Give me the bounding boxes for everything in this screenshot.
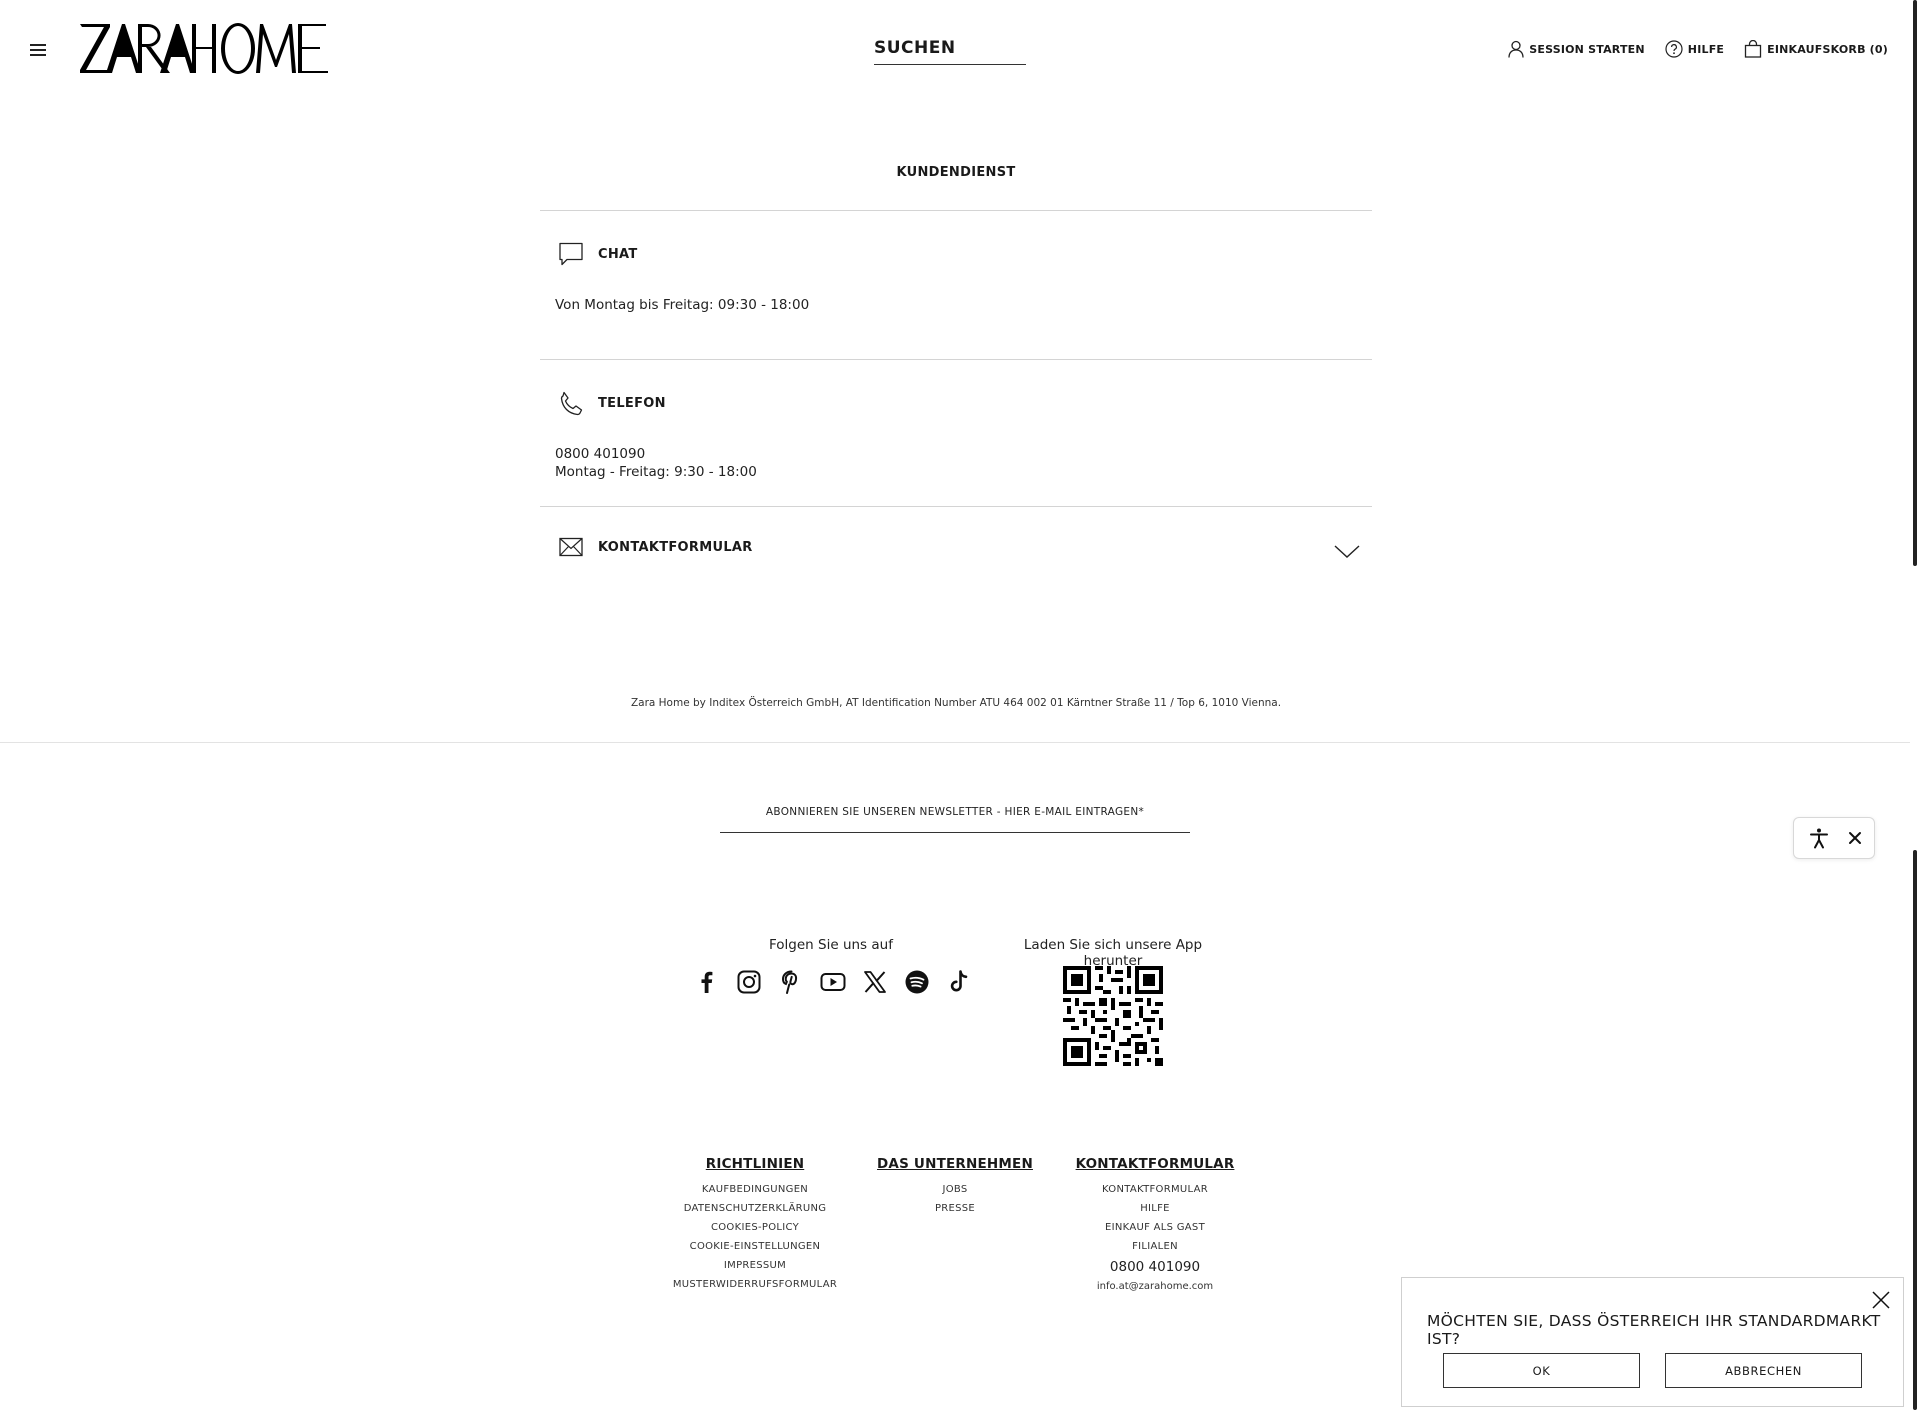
header-nav: SESSION STARTEN HILFE EINKAUFSKORB (0) bbox=[1508, 40, 1888, 58]
scrollbar-thumb[interactable] bbox=[1913, 850, 1917, 1410]
divider bbox=[540, 359, 1372, 360]
accessibility-widget bbox=[1793, 817, 1875, 859]
footer-link[interactable]: DATENSCHUTZERKLÄRUNG bbox=[660, 1199, 850, 1218]
spotify-icon[interactable] bbox=[904, 969, 930, 995]
cart-label: EINKAUFSKORB (0) bbox=[1767, 42, 1888, 56]
app-download-title: Laden Sie sich unsere App herunter bbox=[1023, 937, 1203, 969]
footer-link[interactable]: FILIALEN bbox=[1070, 1237, 1240, 1256]
contact-form-option[interactable]: KONTAKTFORMULAR bbox=[558, 536, 753, 558]
logo-wordmark-graphic bbox=[80, 23, 328, 74]
search-field[interactable]: SUCHEN bbox=[874, 38, 1026, 65]
tiktok-icon[interactable] bbox=[946, 969, 972, 995]
footer-phone-number: 0800 401090 bbox=[1109, 1259, 1201, 1275]
default-market-popup: MÖCHTEN SIE, DASS ÖSTERREICH IHR STANDAR… bbox=[1401, 1277, 1904, 1407]
footer-column-company: DAS UNTERNEHMEN JOBS PRESSE bbox=[870, 1156, 1040, 1218]
login-link[interactable]: SESSION STARTEN bbox=[1508, 40, 1645, 58]
social-links bbox=[694, 969, 972, 995]
divider bbox=[540, 210, 1372, 211]
footer-heading-contact[interactable]: KONTAKTFORMULAR bbox=[1070, 1156, 1240, 1172]
footer-heading-company[interactable]: DAS UNTERNEHMEN bbox=[870, 1156, 1040, 1172]
footer-link[interactable]: MUSTERWIDERRUFSFORMULAR bbox=[660, 1275, 850, 1294]
login-label: SESSION STARTEN bbox=[1529, 42, 1645, 56]
phone-number: 0800 401090 bbox=[555, 446, 646, 462]
page-scrollbar[interactable] bbox=[1911, 0, 1920, 1417]
accessibility-icon[interactable] bbox=[1808, 827, 1830, 849]
shopping-bag-icon bbox=[1744, 40, 1762, 58]
footer-link[interactable]: HILFE bbox=[1070, 1199, 1240, 1218]
footer-column-policies: RICHTLINIEN KAUFBEDINGUNGEN DATENSCHUTZE… bbox=[660, 1156, 850, 1294]
footer-link[interactable]: IMPRESSUM bbox=[660, 1256, 850, 1275]
facebook-icon[interactable] bbox=[694, 969, 720, 995]
instagram-icon[interactable] bbox=[736, 969, 762, 995]
scrollbar-thumb[interactable] bbox=[1913, 0, 1917, 566]
search-label: SUCHEN bbox=[874, 38, 956, 58]
customer-service-title: KUNDENDIENST bbox=[896, 165, 1016, 180]
chat-bubble-icon bbox=[559, 242, 583, 266]
cancel-button[interactable]: ABBRECHEN bbox=[1665, 1353, 1862, 1388]
phone-label: TELEFON bbox=[598, 395, 666, 411]
help-circle-icon bbox=[1665, 40, 1683, 58]
footer-link[interactable]: JOBS bbox=[870, 1180, 1040, 1199]
footer-column-contact: KONTAKTFORMULAR KONTAKTFORMULAR HILFE EI… bbox=[1070, 1156, 1240, 1296]
divider bbox=[540, 506, 1372, 507]
newsletter-placeholder: ABONNIEREN SIE UNSEREN NEWSLETTER - HIER… bbox=[765, 806, 1145, 818]
footer-email-link[interactable]: info.at@zarahome.com bbox=[1070, 1278, 1240, 1296]
phone-option[interactable]: TELEFON bbox=[558, 390, 666, 416]
app-qr-code[interactable] bbox=[1063, 966, 1163, 1066]
footer-link[interactable]: PRESSE bbox=[870, 1199, 1040, 1218]
site-header: SUCHEN SESSION STARTEN HILFE EINKAUFSKOR… bbox=[0, 0, 1920, 102]
newsletter-email-input[interactable]: ABONNIEREN SIE UNSEREN NEWSLETTER - HIER… bbox=[720, 806, 1190, 833]
close-icon[interactable] bbox=[1846, 829, 1864, 847]
footer-divider bbox=[0, 742, 1910, 743]
mail-icon bbox=[559, 537, 583, 557]
chevron-down-icon[interactable] bbox=[1333, 542, 1361, 560]
close-icon[interactable] bbox=[1871, 1290, 1891, 1310]
contact-form-label: KONTAKTFORMULAR bbox=[598, 539, 753, 555]
footer-link[interactable]: EINKAUF ALS GAST bbox=[1070, 1218, 1240, 1237]
zara-home-logo[interactable] bbox=[80, 20, 330, 75]
footer-link[interactable]: COOKIES-POLICY bbox=[660, 1218, 850, 1237]
youtube-icon[interactable] bbox=[820, 969, 846, 995]
ok-button[interactable]: OK bbox=[1443, 1353, 1640, 1388]
footer-link[interactable]: KAUFBEDINGUNGEN bbox=[660, 1180, 850, 1199]
help-label: HILFE bbox=[1687, 42, 1725, 56]
chat-hours: Von Montag bis Freitag: 09:30 - 18:00 bbox=[555, 297, 810, 313]
company-info: Zara Home by Inditex Österreich GmbH, AT… bbox=[630, 697, 1282, 709]
cart-link[interactable]: EINKAUFSKORB (0) bbox=[1744, 40, 1888, 58]
footer-heading-policies[interactable]: RICHTLINIEN bbox=[660, 1156, 850, 1172]
footer-link[interactable]: COOKIE-EINSTELLUNGEN bbox=[660, 1237, 850, 1256]
chat-label: CHAT bbox=[598, 246, 638, 262]
market-question: MÖCHTEN SIE, DASS ÖSTERREICH IHR STANDAR… bbox=[1427, 1312, 1881, 1348]
hamburger-menu-icon[interactable] bbox=[28, 41, 48, 59]
footer-link[interactable]: KONTAKTFORMULAR bbox=[1070, 1180, 1240, 1199]
phone-hours: Montag - Freitag: 9:30 - 18:00 bbox=[555, 464, 757, 480]
phone-icon bbox=[560, 391, 583, 416]
pinterest-icon[interactable] bbox=[778, 969, 804, 995]
x-icon[interactable] bbox=[862, 969, 888, 995]
help-link[interactable]: HILFE bbox=[1665, 40, 1724, 58]
follow-us-title: Folgen Sie uns auf bbox=[769, 937, 893, 953]
user-icon bbox=[1508, 40, 1524, 58]
chat-option[interactable]: CHAT bbox=[558, 241, 638, 267]
